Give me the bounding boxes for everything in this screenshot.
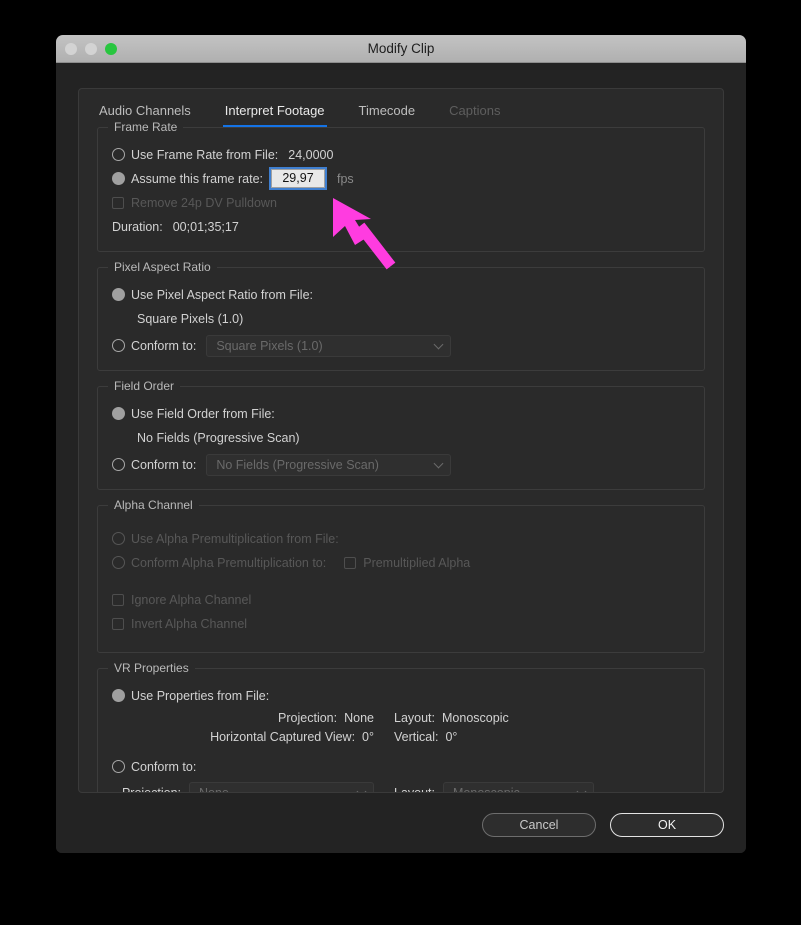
ignore-alpha-checkbox (112, 593, 124, 606)
vr-file-hcv-line: Horizontal Captured View: 0° Vertical: 0… (112, 730, 690, 744)
par-conform-label: Conform to: (131, 338, 197, 353)
par-conform-row[interactable]: Conform to: Square Pixels (1.0) (112, 334, 690, 357)
vr-use-from-file-row[interactable]: Use Properties from File: (112, 685, 690, 706)
alpha-use-premult-radio (112, 532, 125, 545)
vr-file-vertical-label: Vertical: (394, 730, 439, 744)
frame-rate-group: Frame Rate Use Frame Rate from File: 24,… (97, 120, 705, 252)
vr-file-projection-line: Projection: None Layout: Monoscopic (112, 711, 690, 725)
window-titlebar: Modify Clip (56, 35, 746, 63)
chevron-down-icon (433, 339, 444, 349)
par-file-value-row: Square Pixels (1.0) (112, 308, 690, 329)
modify-clip-dialog: Modify Clip Audio Channels Interpret Foo… (56, 35, 746, 853)
fo-use-from-file-row[interactable]: Use Field Order from File: (112, 403, 690, 424)
assume-frame-rate-row[interactable]: Assume this frame rate: 29,97 fps (112, 167, 690, 190)
chevron-down-icon (433, 458, 444, 468)
par-conform-select: Square Pixels (1.0) (206, 334, 452, 357)
alpha-use-premult-row: Use Alpha Premultiplication from File: (112, 528, 690, 549)
pixel-aspect-ratio-legend: Pixel Aspect Ratio (108, 260, 217, 274)
vr-use-from-file-radio[interactable] (112, 689, 125, 702)
assume-frame-rate-label: Assume this frame rate: (131, 171, 263, 186)
vr-conform-projection-select: None (189, 782, 374, 793)
par-use-from-file-radio[interactable] (112, 288, 125, 301)
par-file-value: Square Pixels (1.0) (137, 311, 244, 326)
vr-file-hcv-label: Horizontal Captured View: (210, 730, 356, 744)
chevron-down-icon (356, 786, 367, 792)
dialog-footer: Cancel OK (482, 813, 724, 837)
duration-value: 00;01;35;17 (172, 219, 239, 234)
alpha-conform-premult-row: Conform Alpha Premultiplication to: Prem… (112, 552, 690, 573)
fo-conform-select-value: No Fields (Progressive Scan) (216, 457, 379, 472)
ignore-alpha-label: Ignore Alpha Channel (131, 592, 252, 607)
fo-file-value: No Fields (Progressive Scan) (137, 430, 300, 445)
frame-rate-input[interactable]: 29,97 (269, 167, 327, 190)
vr-properties-group: VR Properties Use Properties from File: … (97, 661, 705, 793)
alpha-conform-premult-label: Conform Alpha Premultiplication to: (131, 555, 327, 570)
par-conform-select-value: Square Pixels (1.0) (216, 338, 323, 353)
ignore-alpha-row: Ignore Alpha Channel (112, 589, 690, 610)
chevron-down-icon (576, 786, 587, 792)
invert-alpha-checkbox (112, 617, 124, 630)
vr-conform-projection-label: Projection: (121, 786, 181, 793)
remove-pulldown-row: Remove 24p DV Pulldown (112, 192, 690, 213)
vr-conform-label: Conform to: (131, 759, 197, 774)
fo-use-from-file-label: Use Field Order from File: (131, 406, 275, 421)
vr-file-projection-label: Projection: (278, 711, 338, 725)
fo-conform-label: Conform to: (131, 457, 197, 472)
fo-file-value-row: No Fields (Progressive Scan) (112, 427, 690, 448)
vr-use-from-file-label: Use Properties from File: (131, 688, 270, 703)
vr-file-layout-label: Layout: (394, 711, 436, 725)
tab-interpret-footage[interactable]: Interpret Footage (222, 103, 327, 127)
field-order-group: Field Order Use Field Order from File: N… (97, 379, 705, 490)
fps-unit-label: fps (337, 171, 354, 186)
cancel-button[interactable]: Cancel (482, 813, 596, 837)
par-conform-radio[interactable] (112, 339, 125, 352)
vr-conform-projection-line: Projection: None Layout: Monoscopic (112, 782, 690, 793)
alpha-conform-premult-radio (112, 556, 125, 569)
vr-conform-row[interactable]: Conform to: (112, 756, 690, 777)
vr-file-vertical-value: 0° (445, 730, 458, 744)
duration-row: Duration: 00;01;35;17 (112, 216, 690, 237)
vr-file-hcv-value: 0° (362, 730, 374, 744)
alpha-channel-group: Alpha Channel Use Alpha Premultiplicatio… (97, 498, 705, 653)
par-use-from-file-row[interactable]: Use Pixel Aspect Ratio from File: (112, 284, 690, 305)
vr-properties-legend: VR Properties (108, 661, 195, 675)
tab-timecode[interactable]: Timecode (357, 103, 418, 127)
dialog-body: Audio Channels Interpret Footage Timecod… (56, 63, 746, 853)
premultiplied-alpha-label: Premultiplied Alpha (363, 555, 471, 570)
use-frame-rate-from-file-row[interactable]: Use Frame Rate from File: 24,0000 (112, 144, 690, 165)
premultiplied-alpha-checkbox (344, 556, 357, 569)
remove-24p-pulldown-checkbox (112, 196, 124, 209)
use-frame-rate-from-file-value: 24,0000 (288, 147, 334, 162)
assume-frame-rate-radio[interactable] (112, 172, 125, 185)
invert-alpha-row: Invert Alpha Channel (112, 613, 690, 634)
window-title: Modify Clip (367, 41, 435, 56)
ok-button[interactable]: OK (610, 813, 724, 837)
alpha-use-premult-label: Use Alpha Premultiplication from File: (131, 531, 339, 546)
settings-panel: Audio Channels Interpret Footage Timecod… (78, 88, 724, 793)
fo-use-from-file-radio[interactable] (112, 407, 125, 420)
fo-conform-row[interactable]: Conform to: No Fields (Progressive Scan) (112, 453, 690, 476)
tab-captions: Captions (449, 103, 501, 118)
duration-label: Duration: (112, 219, 163, 234)
field-order-legend: Field Order (108, 379, 181, 393)
par-use-from-file-label: Use Pixel Aspect Ratio from File: (131, 287, 314, 302)
alpha-channel-legend: Alpha Channel (108, 498, 199, 512)
vr-file-layout-value: Monoscopic (442, 711, 509, 725)
fo-conform-radio[interactable] (112, 458, 125, 471)
vr-conform-layout-label: Layout: (394, 786, 436, 793)
remove-24p-pulldown-label: Remove 24p DV Pulldown (131, 195, 277, 210)
invert-alpha-label: Invert Alpha Channel (131, 616, 248, 631)
vr-conform-layout-value: Monoscopic (453, 786, 520, 793)
pixel-aspect-ratio-group: Pixel Aspect Ratio Use Pixel Aspect Rati… (97, 260, 705, 371)
frame-rate-legend: Frame Rate (108, 120, 184, 134)
use-frame-rate-from-file-radio[interactable] (112, 148, 125, 161)
vr-conform-radio[interactable] (112, 760, 125, 773)
vr-conform-projection-value: None (199, 786, 229, 793)
vr-conform-layout-select: Monoscopic (443, 782, 594, 793)
fo-conform-select: No Fields (Progressive Scan) (206, 453, 452, 476)
vr-file-projection-value: None (344, 711, 374, 725)
use-frame-rate-from-file-label: Use Frame Rate from File: (131, 147, 279, 162)
